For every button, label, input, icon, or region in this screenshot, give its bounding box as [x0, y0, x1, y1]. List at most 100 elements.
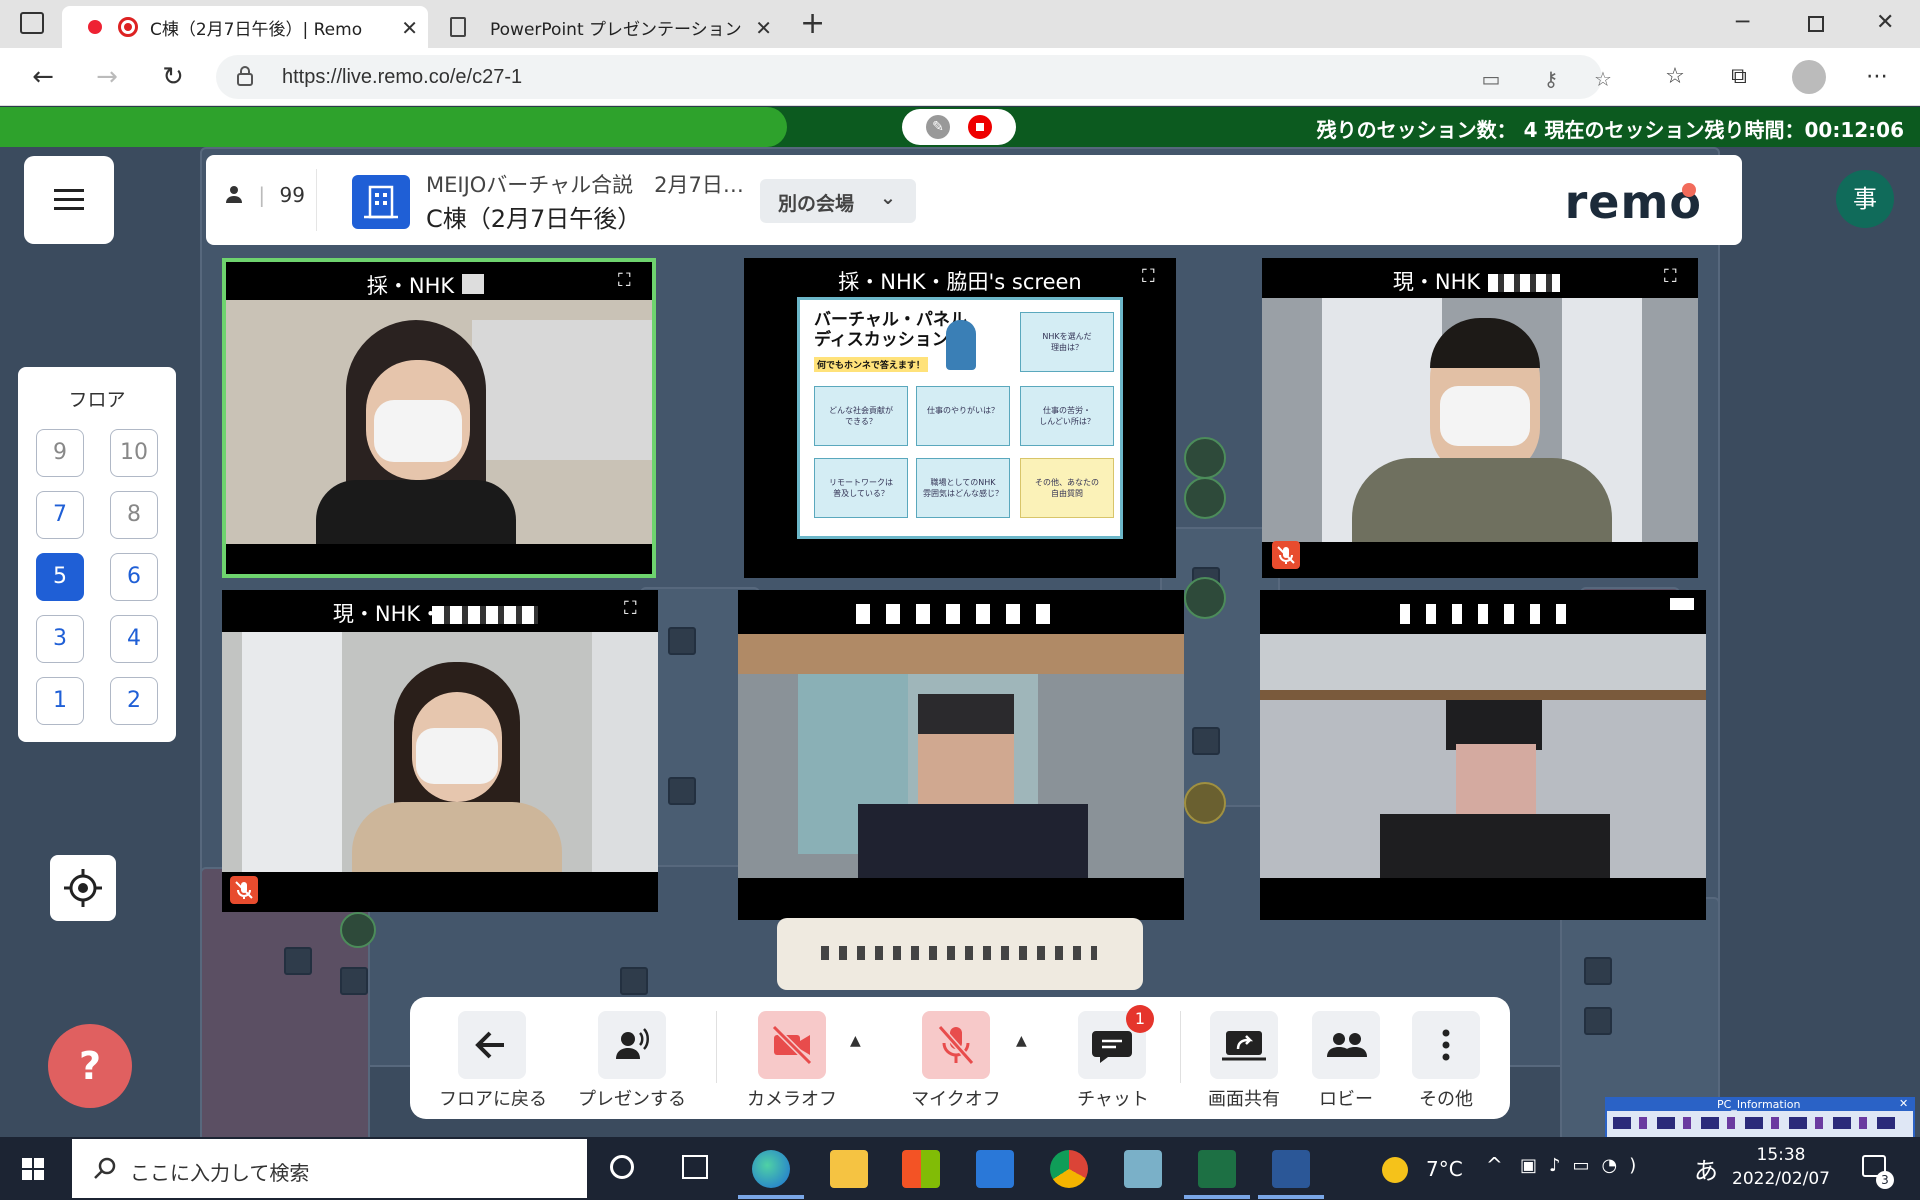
slide-box: リモートワークは 普及している？	[814, 458, 908, 518]
profile-avatar[interactable]	[1792, 60, 1826, 94]
mic-options-caret-icon[interactable]: ▲	[1016, 1033, 1027, 1049]
room-nameplate	[777, 918, 1143, 990]
video-tile[interactable]	[738, 590, 1184, 920]
fullscreen-icon[interactable]: ⛶	[618, 270, 644, 296]
remo-favicon-icon	[88, 20, 102, 34]
file-explorer-icon[interactable]	[830, 1150, 868, 1188]
tab-remo[interactable]: C棟（2月7日午後）| Remo ✕	[62, 6, 428, 48]
more-icon[interactable]: ⋯	[1862, 62, 1892, 92]
taskbar-search[interactable]: ここに入力して検索	[72, 1139, 587, 1198]
taskbar-clock[interactable]: 15:38 2022/02/07	[1732, 1143, 1830, 1191]
windows-start-icon[interactable]	[22, 1158, 44, 1180]
floor-button-4[interactable]: 4	[110, 615, 158, 663]
help-button[interactable]: ?	[48, 1024, 132, 1108]
tab-powerpoint[interactable]: PowerPoint プレゼンテーション ✕	[436, 6, 782, 48]
slide-box: 仕事の苦労・ しんどい所は？	[1020, 386, 1114, 446]
floor-button-5[interactable]: 5	[36, 553, 84, 601]
floor-button-8[interactable]: 8	[110, 491, 158, 539]
restore-icon[interactable]	[1808, 16, 1824, 32]
close-tab-icon[interactable]: ✕	[755, 16, 772, 40]
ime-indicator[interactable]: あ	[1694, 1151, 1718, 1186]
close-window-icon[interactable]: ✕	[1876, 10, 1894, 35]
censored-name	[1670, 598, 1694, 610]
video-tile[interactable]: 現・NHK・ ⛶	[222, 590, 658, 912]
event-header: | 99 MEIJOバーチャル合説 2月7日… C棟（2月7日午後） 別の会場 …	[206, 155, 1742, 245]
floor-button-2[interactable]: 2	[110, 677, 158, 725]
tab-actions-icon[interactable]	[20, 12, 44, 34]
floor-button-3[interactable]: 3	[36, 615, 84, 663]
event-name: MEIJOバーチャル合説 2月7日…	[426, 173, 744, 197]
menu-button[interactable]	[24, 156, 114, 244]
shared-slide: バーチャル・パネル ディスカッション 何でもホンネで答えます！ NHKを選んだ …	[797, 297, 1123, 539]
weather-temp[interactable]: 7°C	[1426, 1157, 1463, 1181]
close-tab-icon[interactable]: ✕	[401, 16, 418, 40]
lobby-label: ロビー	[1319, 1089, 1373, 1110]
back-icon[interactable]: ←	[26, 60, 60, 94]
word-icon[interactable]	[1272, 1150, 1310, 1188]
key-icon[interactable]: ⚷	[1538, 67, 1564, 91]
task-view-icon[interactable]	[682, 1155, 708, 1179]
camera-permission-icon[interactable]: ▭	[1478, 67, 1504, 91]
pc-information-window[interactable]: PC_Information ✕	[1605, 1097, 1915, 1139]
add-favorite-icon[interactable]: ☆	[1590, 67, 1616, 91]
floor-button-10[interactable]: 10	[110, 429, 158, 477]
censored-name	[821, 946, 1097, 960]
lobby-button[interactable]	[1312, 1011, 1380, 1079]
refresh-icon[interactable]: ↻	[156, 60, 190, 94]
present-button[interactable]	[598, 1011, 666, 1079]
camera-off-button[interactable]	[758, 1011, 826, 1079]
more-options-button[interactable]	[1412, 1011, 1480, 1079]
session-controls: ✎	[902, 109, 1016, 145]
collections-icon[interactable]: ⧉	[1724, 62, 1754, 92]
store-icon[interactable]	[902, 1150, 940, 1188]
edit-icon[interactable]: ✎	[926, 115, 950, 139]
lock-icon	[236, 65, 254, 87]
floor-button-1[interactable]: 1	[36, 677, 84, 725]
video-tile[interactable]: 採・NHK・ ⛶	[222, 258, 656, 578]
cortana-icon[interactable]	[610, 1155, 634, 1179]
favorites-icon[interactable]: ☆	[1660, 62, 1690, 92]
video-tile[interactable]	[1260, 590, 1706, 920]
arrow-left-icon	[475, 1031, 504, 1059]
fullscreen-icon[interactable]: ⛶	[1664, 266, 1690, 292]
search-placeholder: ここに入力して検索	[130, 1161, 310, 1185]
session-progress	[0, 107, 788, 147]
clock-time: 15:38	[1756, 1145, 1806, 1165]
mic-off-button[interactable]	[922, 1011, 990, 1079]
new-tab-icon[interactable]: +	[800, 6, 825, 41]
tray-chevron-icon[interactable]: ^	[1486, 1153, 1503, 1177]
switch-venue-button[interactable]: 別の会場 ⌄	[760, 179, 916, 223]
windows-taskbar: ここに入力して検索 7°C ^ ▣♪▭◔) あ 15:38 2022/02/07…	[0, 1137, 1920, 1200]
chrome-icon[interactable]	[1050, 1150, 1088, 1188]
screen-share-button[interactable]	[1210, 1011, 1278, 1079]
mic-off-icon	[937, 1025, 975, 1065]
url-field[interactable]: https://live.remo.co/e/c27-1 ▭ ⚷ ☆	[216, 55, 1612, 99]
fullscreen-icon[interactable]: ⛶	[1142, 266, 1168, 292]
weather-icon	[1382, 1157, 1408, 1183]
video-tile[interactable]: 現・NHK・ ⛶	[1262, 258, 1698, 578]
camera-options-caret-icon[interactable]: ▲	[850, 1033, 861, 1049]
close-icon[interactable]: ✕	[1899, 1097, 1908, 1110]
page-icon	[450, 17, 466, 37]
edge-icon[interactable]	[752, 1150, 790, 1188]
floor-button-7[interactable]: 7	[36, 491, 84, 539]
user-avatar[interactable]: 事	[1836, 170, 1894, 228]
present-label: プレゼンする	[578, 1089, 686, 1110]
floor-button-9[interactable]: 9	[36, 429, 84, 477]
mail-icon[interactable]	[976, 1150, 1014, 1188]
app-icon[interactable]	[1124, 1150, 1162, 1188]
back-to-floor-button[interactable]	[458, 1011, 526, 1079]
tray-icons[interactable]: ▣♪▭◔)	[1520, 1155, 1648, 1176]
censored-name	[1488, 274, 1560, 292]
screen-share-icon	[1222, 1031, 1266, 1061]
fullscreen-icon[interactable]: ⛶	[624, 598, 650, 624]
muted-mic-icon	[1272, 541, 1300, 569]
forward-icon[interactable]: →	[90, 60, 124, 94]
minimize-icon[interactable]: ─	[1736, 10, 1749, 35]
excel-icon[interactable]	[1198, 1150, 1236, 1188]
censored-name	[856, 604, 1056, 624]
stop-icon[interactable]	[968, 115, 992, 139]
floor-button-6[interactable]: 6	[110, 553, 158, 601]
locate-me-button[interactable]	[50, 855, 116, 921]
browser-tab-bar: C棟（2月7日午後）| Remo ✕ PowerPoint プレゼンテーション …	[0, 0, 1920, 48]
